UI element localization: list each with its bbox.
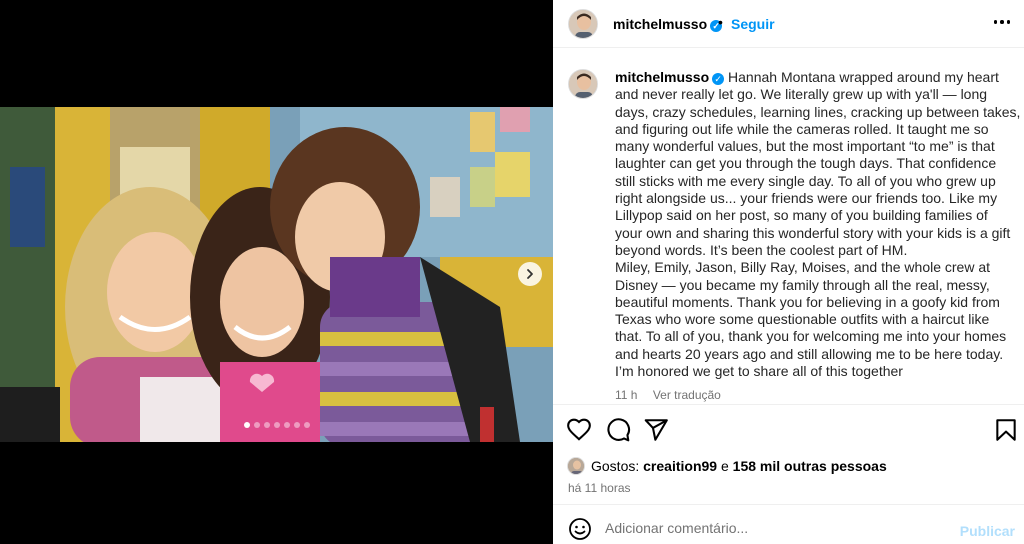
comment-input[interactable] <box>605 515 945 541</box>
caption-line: Miley, Emily, Jason, Billy Ray, Moises, … <box>615 259 1000 276</box>
caption-text: beautiful moments. Thank you for believi… <box>615 293 1000 310</box>
caption-line: beyond words. It’s been the coolest part… <box>615 242 1000 259</box>
avatar-image <box>569 70 597 98</box>
comment-icon[interactable] <box>605 417 631 443</box>
caption-text: many wonderful values, but the most impo… <box>615 138 995 155</box>
caption-line: that. To all of you, thank you for welco… <box>615 328 1006 345</box>
caption-line: and never really let go. We literally gr… <box>615 86 1000 103</box>
liker-avatar[interactable] <box>567 457 585 475</box>
caption-text: and never really let go. We literally gr… <box>615 86 988 103</box>
slide-dot <box>283 422 290 428</box>
heart-icon[interactable] <box>566 417 592 443</box>
post-caption: mitchelmusso ✓ Hannah Montana wrapped aro… <box>615 69 1020 380</box>
emoji-icon[interactable] <box>568 517 592 541</box>
caption-text: Lillypop said on her post, so many of yo… <box>615 207 988 224</box>
caption-meta: 11 h Ver tradução <box>615 388 733 402</box>
slide-dot <box>273 422 280 428</box>
caption-line: Texas who wore some questionable outfits… <box>615 311 1000 328</box>
caption-line: I’m honored we get to share all of this … <box>615 363 1000 380</box>
likes-prefix: Gostos: <box>591 458 640 474</box>
caption-line: Lillypop said on her post, so many of yo… <box>615 207 1000 224</box>
more-horizontal-icon-dot <box>1000 20 1004 24</box>
more-horizontal-icon-dot <box>1006 20 1011 24</box>
publish-button[interactable]: Publicar <box>960 523 1015 539</box>
likes-others[interactable]: 158 mil outras pessoas <box>733 458 887 474</box>
caption-text: Disney — you became my family through al… <box>615 276 990 293</box>
chevron-right-icon <box>527 269 533 279</box>
photo-illustration <box>0 107 553 442</box>
caption-text: and figuring out life while the cameras … <box>615 120 989 137</box>
caption-line: still sticks with me every single day. T… <box>615 173 1000 190</box>
bookmark-icon[interactable] <box>993 417 1019 443</box>
caption-text: days, crazy schedules, learning lines, c… <box>615 103 1021 120</box>
follow-button[interactable]: Seguir <box>731 16 775 32</box>
caption-line: beautiful moments. Thank you for believi… <box>615 294 1000 311</box>
caption-line: Disney — you became my family through al… <box>615 277 1000 294</box>
slide-dot <box>243 422 250 428</box>
caption-line: and figuring out life while the cameras … <box>615 121 1000 138</box>
post-timestamp[interactable]: há 11 horas <box>568 481 631 495</box>
more-options-button[interactable] <box>990 10 1014 34</box>
caption-text: Hannah Montana wrapped around my heart <box>728 69 999 85</box>
caption-text: laughter can get you through the tough d… <box>615 155 997 172</box>
see-translation-link[interactable]: Ver tradução <box>653 388 721 402</box>
avatar-image <box>569 10 597 38</box>
caption-line: laughter can get you through the tough d… <box>615 155 1000 172</box>
caption-line: and hearts 20 years ago and still allowi… <box>615 345 1004 363</box>
post-header: mitchelmusso ✓ • Seguir <box>553 0 1024 48</box>
caption-text: and hearts 20 years ago and still allowi… <box>615 345 1004 362</box>
header-separator: • <box>718 14 723 30</box>
caption-text: I’m honored we get to share all of this … <box>615 363 903 380</box>
author-username[interactable]: mitchelmusso ✓ <box>613 16 723 32</box>
caption-text: your own and sharing this wonderful stor… <box>615 224 1011 241</box>
liker-username[interactable]: creaition99 <box>643 458 717 474</box>
slide-dot <box>303 422 310 428</box>
caption-line: your own and sharing this wonderful stor… <box>615 225 1010 242</box>
likes-summary[interactable]: Gostos: creaition99 e 158 mil outras pes… <box>567 457 887 475</box>
avatar-image <box>568 458 584 474</box>
slide-dot <box>253 422 260 428</box>
caption-text: beyond words. It’s been the coolest part… <box>615 241 908 258</box>
caption-line: days, crazy schedules, learning lines, c… <box>615 104 1020 121</box>
more-horizontal-icon <box>993 20 998 24</box>
caption-text: right alongside us... your friends were … <box>615 190 998 207</box>
post-media-panel <box>0 0 553 544</box>
caption-author-avatar[interactable] <box>568 69 598 99</box>
caption-text: Miley, Emily, Jason, Billy Ray, Moises, … <box>615 259 991 276</box>
caption-username[interactable]: mitchelmusso <box>615 69 709 85</box>
author-username-text[interactable]: mitchelmusso <box>613 16 707 32</box>
caption-line: right alongside us... your friends were … <box>615 190 1000 207</box>
slide-indicator <box>0 422 553 428</box>
caption-line: mitchelmusso ✓ Hannah Montana wrapped aro… <box>615 69 1000 86</box>
next-slide-button[interactable] <box>518 262 542 286</box>
caption-text: Texas who wore some questionable outfits… <box>615 311 990 328</box>
slide-dot <box>293 422 300 428</box>
author-avatar[interactable] <box>568 9 598 39</box>
caption-text: still sticks with me every single day. T… <box>615 172 996 189</box>
comments-section[interactable]: mitchelmusso ✓ Hannah Montana wrapped aro… <box>553 49 1024 404</box>
add-comment-bar: Publicar <box>553 504 1024 544</box>
caption-line: many wonderful values, but the most impo… <box>615 138 1000 155</box>
verified-badge-icon: ✓ <box>712 73 725 85</box>
send-icon[interactable] <box>643 417 669 443</box>
post-photo[interactable] <box>0 107 553 442</box>
post-details-panel: mitchelmusso ✓ • Seguir mitchelmusso ✓ Han… <box>553 0 1024 544</box>
caption-text: that. To all of you, thank you for welco… <box>615 328 1007 345</box>
slide-dot <box>263 422 270 428</box>
caption-time[interactable]: 11 h <box>615 388 637 402</box>
likes-conjunction: e <box>720 458 729 474</box>
